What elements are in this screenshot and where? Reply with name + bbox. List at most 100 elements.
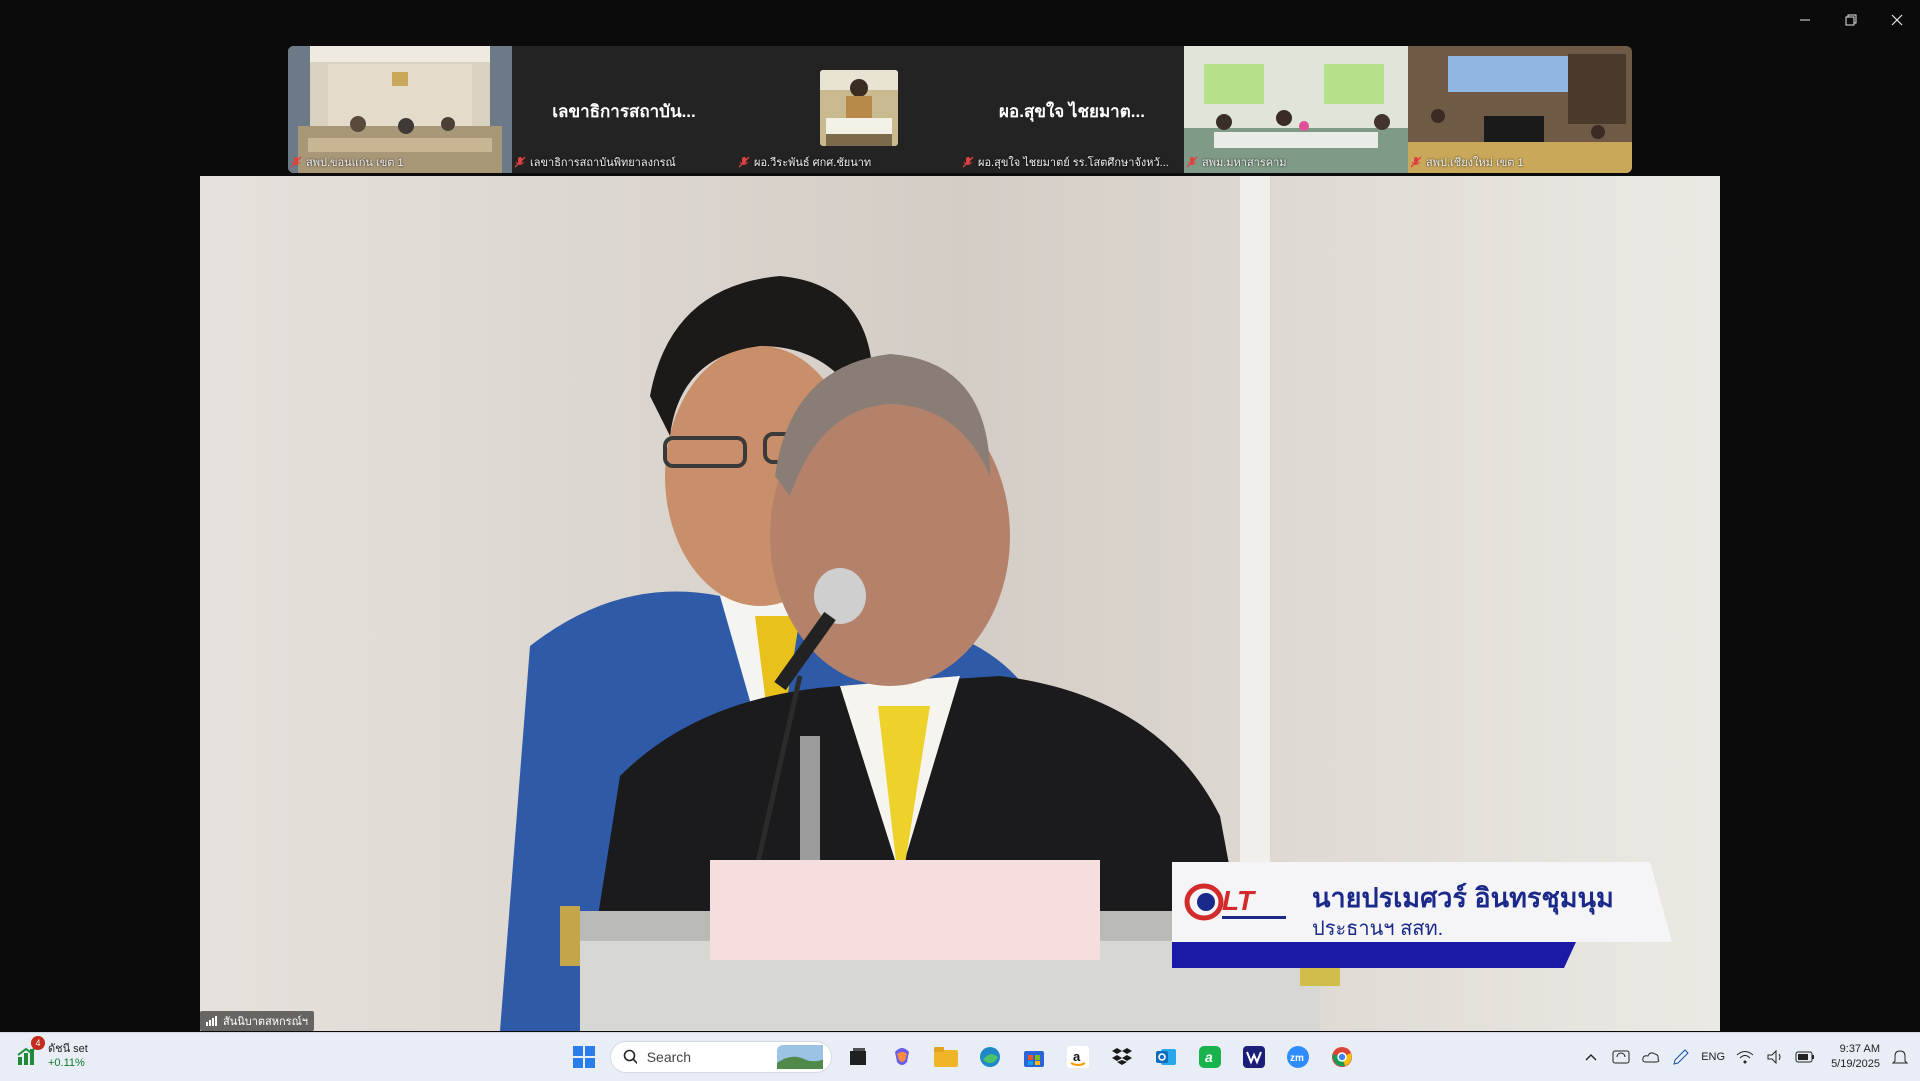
speaker-name: สันนิบาตสหกรณ์ฯ (223, 1016, 308, 1028)
file-explorer-icon (934, 1047, 958, 1067)
participant-tile[interactable]: ผอ.วีระพันธ์ ศกศ.ชัยนาท (736, 46, 960, 173)
sync-icon (1612, 1050, 1630, 1064)
participant-name: ผอ.วีระพันธ์ ศกศ.ชัยนาท (754, 157, 872, 169)
clock[interactable]: 9:37 AM 5/19/2025 (1831, 1042, 1880, 1072)
copilot-icon (895, 1048, 909, 1065)
system-tray: ENG 9:37 AM 5/19/2025 (1581, 1033, 1910, 1081)
dropbox-button[interactable] (1104, 1039, 1140, 1075)
restore-icon (1845, 14, 1857, 26)
mic-muted-icon (514, 156, 526, 168)
task-view-icon (850, 1048, 866, 1065)
start-icon (573, 1046, 595, 1068)
zoom-icon: zm (1287, 1046, 1309, 1068)
participant-label: ผอ.สุขใจ ไชยมาตย์ รร.โสตศึกษาจังหวั... (962, 153, 1182, 171)
speaker-title: ประธานฯ สสท. (1312, 918, 1444, 940)
copilot-button[interactable] (884, 1039, 920, 1075)
signal-strength-icon (206, 1016, 217, 1026)
svg-text:a: a (1205, 1049, 1213, 1065)
mic-muted-icon (738, 156, 750, 168)
pen-icon (1673, 1049, 1689, 1065)
outlook-button[interactable] (1148, 1039, 1184, 1075)
restore-button[interactable] (1828, 0, 1874, 40)
participant-label: เลขาธิการสถาบันพิทยาลงกรณ์ (514, 153, 734, 171)
mic-muted-icon (962, 156, 974, 168)
notifications-button[interactable] (1890, 1047, 1910, 1067)
wifi-button[interactable] (1735, 1047, 1755, 1067)
battery-icon (1795, 1051, 1815, 1063)
participant-display-name: ผอ.สุขใจ ไชยมาต... (999, 102, 1145, 121)
close-button[interactable] (1874, 0, 1920, 40)
store-icon (1024, 1051, 1044, 1067)
line-icon: a (1199, 1046, 1221, 1068)
participant-name: สพม.มหาสารคาม (1202, 157, 1287, 169)
amazon-icon: a (1067, 1046, 1089, 1068)
chrome-button[interactable] (1324, 1039, 1360, 1075)
battery-button[interactable] (1795, 1047, 1815, 1067)
language-indicator[interactable]: ENG (1701, 1051, 1725, 1063)
sync-button[interactable] (1611, 1047, 1631, 1067)
active-speaker-label: สันนิบาตสหกรณ์ฯ (200, 1011, 314, 1031)
clt-logo: LT (1184, 878, 1294, 926)
webex-icon (1243, 1046, 1265, 1068)
taskbar: 4 ดัชนี set +0.11% a (0, 1032, 1920, 1081)
participant-label: ผอ.วีระพันธ์ ศกศ.ชัยนาท (738, 153, 958, 171)
participant-label: สพป.ขอนแก่น เขต 1 (290, 153, 510, 171)
participant-tile[interactable]: สพป.เชียงใหม่ เขต 1 (1408, 46, 1632, 173)
task-view-button[interactable] (840, 1039, 876, 1075)
minimize-button[interactable] (1782, 0, 1828, 40)
cloud-icon (1642, 1052, 1660, 1063)
amazon-button[interactable]: a (1060, 1039, 1096, 1075)
volume-icon (1767, 1050, 1781, 1064)
clock-date: 5/19/2025 (1831, 1058, 1880, 1070)
search-icon (623, 1049, 637, 1064)
store-button[interactable] (1016, 1039, 1052, 1075)
participant-tile[interactable]: เลขาธิการสถาบัน... เลขาธิการสถาบันพิทยาล… (512, 46, 736, 173)
mic-muted-icon (1186, 156, 1198, 168)
participant-name: เลขาธิการสถาบันพิทยาลงกรณ์ (530, 157, 676, 169)
close-icon (1891, 14, 1903, 26)
stock-widget[interactable]: 4 ดัชนี set +0.11% (16, 1036, 88, 1069)
zoom-button[interactable]: zm (1280, 1039, 1316, 1075)
participant-label: สพป.เชียงใหม่ เขต 1 (1410, 153, 1630, 171)
participant-display-name: เลขาธิการสถาบัน... (552, 102, 696, 121)
participant-label: สพม.มหาสารคาม (1186, 153, 1406, 171)
participant-name: ผอ.สุขใจ ไชยมาตย์ รร.โสตศึกษาจังหวั... (978, 157, 1169, 169)
svg-text:LT: LT (1222, 885, 1257, 916)
window-controls (1782, 0, 1920, 40)
cloud-button[interactable] (1641, 1047, 1661, 1067)
volume-button[interactable] (1765, 1047, 1785, 1067)
chrome-icon (1332, 1047, 1352, 1067)
taskbar-apps: a a zm (566, 1039, 1360, 1075)
edge-button[interactable] (972, 1039, 1008, 1075)
widget-change: +0.11% (48, 1057, 85, 1069)
mic-muted-icon (290, 156, 302, 168)
participant-tile[interactable]: สพม.มหาสารคาม (1184, 46, 1408, 173)
show-hidden-icons-button[interactable] (1581, 1047, 1601, 1067)
svg-text:a: a (1073, 1049, 1081, 1064)
line-button[interactable]: a (1192, 1039, 1228, 1075)
taskbar-search[interactable] (610, 1041, 832, 1073)
svg-text:zm: zm (1290, 1053, 1304, 1064)
lower-third-overlay: LT นายปรเมศวร์ อินทรชุมนุม ประธานฯ สสท. (1172, 862, 1672, 970)
file-explorer-button[interactable] (928, 1039, 964, 1075)
participant-name: สพป.เชียงใหม่ เขต 1 (1426, 157, 1524, 169)
search-input[interactable] (644, 1048, 769, 1066)
minimize-icon (1800, 19, 1810, 21)
outlook-icon (1156, 1049, 1176, 1065)
webex-button[interactable] (1236, 1039, 1272, 1075)
wifi-icon (1736, 1051, 1754, 1064)
dropbox-icon (1112, 1048, 1132, 1065)
participant-tile[interactable]: สพป.ขอนแก่น เขต 1 (288, 46, 512, 173)
chevron-up-icon (1585, 1054, 1597, 1061)
start-button[interactable] (566, 1039, 602, 1075)
search-highlight-icon (776, 1045, 823, 1069)
notification-badge: 4 (31, 1036, 45, 1050)
widget-title: ดัชนี set (48, 1043, 88, 1055)
edge-icon (980, 1047, 1000, 1067)
pen-button[interactable] (1671, 1047, 1691, 1067)
clock-time: 9:37 AM (1839, 1043, 1880, 1055)
participant-name: สพป.ขอนแก่น เขต 1 (306, 157, 404, 169)
participant-tile[interactable]: ผอ.สุขใจ ไชยมาต... ผอ.สุขใจ ไชยมาตย์ รร.… (960, 46, 1184, 173)
mic-muted-icon (1410, 156, 1422, 168)
participant-strip: สพป.ขอนแก่น เขต 1 เลขาธิการสถาบัน... เลข… (288, 46, 1632, 173)
